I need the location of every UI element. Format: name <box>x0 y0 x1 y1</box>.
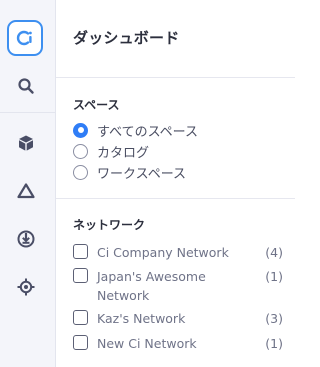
icon-rail <box>0 0 56 367</box>
network-item-label: New Ci Network <box>97 336 197 351</box>
radio-unselected[interactable] <box>73 164 88 180</box>
space-option-label: すべてのスペース <box>97 124 199 140</box>
locate-icon[interactable] <box>12 273 40 301</box>
network-item-label: Ci Company Network <box>97 245 229 260</box>
network-checkbox[interactable] <box>73 244 88 259</box>
spaces-section-title: スペース <box>73 98 120 112</box>
space-option-all[interactable]: すべてのスペース <box>73 121 199 140</box>
network-checkbox[interactable] <box>73 268 88 283</box>
space-option-catalog[interactable]: カタログ <box>73 142 150 161</box>
rail-divider <box>0 112 55 113</box>
network-section-title: ネットワーク <box>73 218 146 232</box>
cube-icon[interactable] <box>12 129 40 157</box>
app-logo[interactable] <box>7 20 43 56</box>
network-item-count: (1) <box>265 336 283 351</box>
space-option-label: ワークスペース <box>97 166 187 182</box>
space-option-label: カタログ <box>97 145 150 161</box>
dashboard-panel: ダッシュボード スペース すべてのスペース カタログ ワークスペース ネットワー… <box>56 0 295 367</box>
radio-unselected[interactable] <box>73 143 88 159</box>
radio-selected[interactable] <box>73 122 88 138</box>
space-option-workspace[interactable]: ワークスペース <box>73 163 187 182</box>
network-item-count: (4) <box>265 245 283 260</box>
network-checkbox[interactable] <box>73 335 88 350</box>
network-item[interactable]: New Ci Network (1) <box>73 334 283 353</box>
header-divider <box>56 77 295 78</box>
section-divider <box>56 198 295 199</box>
network-item-label: Japan's Awesome Network <box>97 269 206 303</box>
network-item[interactable]: Ci Company Network (4) <box>73 243 283 262</box>
triangle-icon[interactable] <box>12 177 40 205</box>
download-icon[interactable] <box>12 225 40 253</box>
network-item[interactable]: Kaz's Network (3) <box>73 309 283 328</box>
page-title: ダッシュボード <box>73 29 180 47</box>
network-item-count: (1) <box>265 269 283 284</box>
network-item-label: Kaz's Network <box>97 311 186 326</box>
network-item-count: (3) <box>265 311 283 326</box>
network-item[interactable]: Japan's Awesome Network (1) <box>73 267 283 305</box>
network-checkbox[interactable] <box>73 310 88 325</box>
logo-icon <box>16 30 32 46</box>
search-icon[interactable] <box>12 72 40 100</box>
